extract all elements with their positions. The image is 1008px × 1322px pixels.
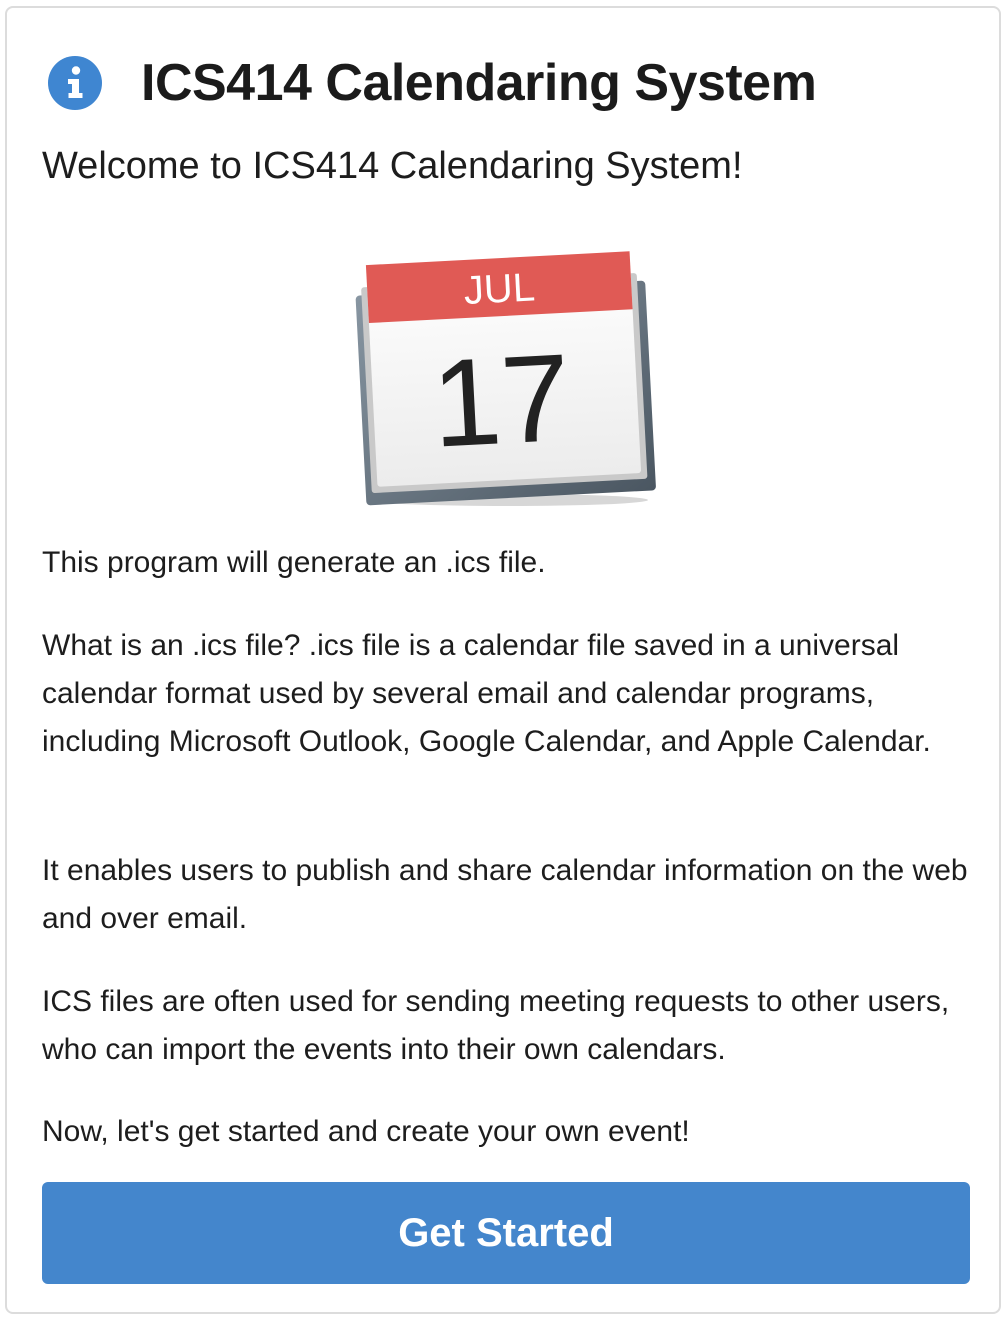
ics-definition-paragraph: What is an .ics file? .ics file is a cal… [42, 629, 931, 758]
calendar-day: 17 [429, 329, 574, 474]
welcome-heading: Welcome to ICS414 Calendaring System! [42, 145, 743, 187]
ics-usage-paragraph: It enables users to publish and share ca… [42, 854, 968, 935]
info-circle-icon [48, 56, 102, 110]
page-title: ICS414 Calendaring System [141, 54, 817, 112]
calendar-icon: JUL 17 [355, 251, 656, 506]
get-started-button[interactable]: Get Started [42, 1182, 970, 1284]
welcome-card: ICS414 Calendaring System Welcome to ICS… [5, 6, 1001, 1314]
card-header: ICS414 Calendaring System [47, 48, 817, 118]
calendar-month: JUL [463, 265, 536, 313]
call-to-action-paragraph: Now, let's get started and create your o… [42, 1115, 690, 1148]
intro-paragraph: This program will generate an .ics file. [42, 546, 546, 579]
ics-meeting-paragraph: ICS files are often used for sending mee… [42, 985, 950, 1066]
